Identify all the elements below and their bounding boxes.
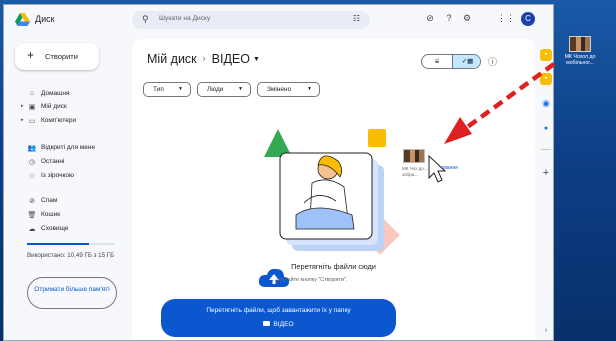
contacts-icon[interactable]: ● bbox=[540, 123, 552, 135]
upload-target-banner: Перетягніть файли, щоб завантажити їх у … bbox=[161, 299, 396, 337]
clock-icon: ◷ bbox=[28, 159, 36, 166]
upload-banner-text: Перетягніть файли, щоб завантажити їх у … bbox=[206, 307, 351, 314]
sidebar-item-label: Із зірочкою bbox=[41, 172, 74, 179]
filter-chip-label: Тип bbox=[153, 86, 164, 93]
browser-window: Диск ⚲ Шукати на Диску ☷ ⊘ ? ⚙ ⋮⋮ C + Ст… bbox=[3, 4, 554, 341]
drop-zone-subtitle: ...ристайте кнопку "Створити". bbox=[272, 277, 348, 283]
side-panel-rail: ▪ ▪ ◉ ● + › bbox=[538, 39, 553, 340]
filter-chip-type[interactable]: Тип ▼ bbox=[143, 82, 191, 97]
filter-chip-people[interactable]: Люди ▼ bbox=[197, 82, 251, 97]
sidebar-item-label: Кошик bbox=[41, 211, 61, 218]
storage-bar bbox=[27, 243, 115, 245]
drag-action-badge: ...ковання bbox=[435, 165, 458, 171]
desktop-file-icon[interactable]: МК Чохол до мобільног... bbox=[557, 36, 603, 66]
drive-icon: ▣ bbox=[28, 104, 36, 111]
trash-icon: 🗑 bbox=[27, 212, 37, 219]
divider bbox=[541, 149, 551, 150]
shared-icon: 👥 bbox=[27, 145, 37, 152]
storage-bar-fill bbox=[27, 243, 89, 245]
filter-chip-modified[interactable]: Змінено ▼ bbox=[257, 82, 320, 97]
chevron-right-icon: › bbox=[202, 53, 206, 63]
sidebar-item[interactable]: ▸ ▣ Мій диск bbox=[4, 102, 122, 113]
top-bar: Диск ⚲ Шукати на Диску ☷ ⊘ ? ⚙ ⋮⋮ C bbox=[4, 5, 553, 35]
search-input[interactable]: Шукати на Диску bbox=[159, 15, 210, 22]
info-icon[interactable]: ⓘ bbox=[488, 55, 497, 68]
sidebar-item[interactable]: 🗑 Кошик bbox=[4, 210, 122, 221]
get-more-storage-button[interactable]: Отримати більше пам'яті bbox=[27, 277, 117, 309]
sidebar-item[interactable]: ⊘ Спам bbox=[4, 196, 122, 207]
grid-view-button[interactable]: ✓▦ bbox=[452, 55, 480, 68]
expand-panel-chevron-icon[interactable]: › bbox=[540, 325, 552, 337]
home-icon: ⌂ bbox=[29, 90, 35, 97]
sidebar-item[interactable]: ◷ Останні bbox=[4, 157, 122, 168]
sidebar-item-label: Відкриті для мене bbox=[41, 144, 96, 151]
drive-logo-icon[interactable] bbox=[15, 13, 30, 26]
expand-caret-icon[interactable]: ▸ bbox=[21, 103, 24, 109]
spam-icon: ⊘ bbox=[29, 198, 35, 205]
plus-icon: + bbox=[27, 48, 35, 62]
tasks-icon[interactable]: ◉ bbox=[540, 97, 552, 109]
cloud-icon: ☁ bbox=[28, 226, 36, 233]
sidebar-item[interactable]: ⌂ Домашня bbox=[4, 89, 122, 100]
sidebar-item-label: Мій диск bbox=[41, 103, 67, 110]
help-icon[interactable]: ? bbox=[443, 13, 455, 23]
sidebar-item[interactable]: ☁ Сховище bbox=[4, 224, 122, 235]
sidebar-item-label: Домашня bbox=[41, 90, 70, 97]
search-filter-icon[interactable]: ☷ bbox=[353, 14, 360, 23]
main-panel: Мій диск › ВІДЕО ▼ ≡ ✓▦ ⓘ Тип ▼ Люди ▼ Змінен… bbox=[132, 39, 535, 340]
keep-icon[interactable]: ▪ bbox=[540, 73, 552, 85]
storage-usage-text: Використано: 10,49 ГБ з 15 ГБ bbox=[27, 252, 115, 259]
sidebar-item[interactable]: ▸ ▭ Комп'ютери bbox=[4, 116, 122, 127]
desktop-file-label: МК Чохол до мобільног... bbox=[564, 54, 596, 66]
sidebar-item-label: Сховище bbox=[41, 225, 69, 232]
sidebar-item[interactable]: ☆ Із зірочкою bbox=[4, 171, 122, 182]
offline-status-icon[interactable]: ⊘ bbox=[424, 13, 436, 24]
search-bar[interactable]: ⚲ Шукати на Диску ☷ bbox=[132, 11, 370, 29]
breadcrumb: Мій диск › ВІДЕО ▼ bbox=[147, 52, 260, 66]
breadcrumb-current[interactable]: ВІДЕО bbox=[212, 52, 250, 66]
empty-folder-illustration bbox=[264, 129, 400, 255]
dropdown-arrow-icon[interactable]: ▼ bbox=[253, 56, 260, 63]
expand-caret-icon[interactable]: ▸ bbox=[21, 117, 24, 123]
view-toggle: ≡ ✓▦ bbox=[421, 54, 481, 69]
account-avatar[interactable]: C bbox=[521, 12, 535, 26]
sidebar-item-label: Спам bbox=[41, 197, 58, 204]
upload-banner-folder: ВІДЕО bbox=[161, 321, 396, 328]
create-button[interactable]: + Створити bbox=[15, 43, 99, 70]
breadcrumb-root[interactable]: Мій диск bbox=[147, 52, 197, 66]
computer-icon: ▭ bbox=[28, 118, 36, 125]
chevron-down-icon: ▼ bbox=[307, 86, 312, 92]
dragged-file-caption: МК Чох до... зобра... bbox=[402, 166, 428, 177]
sidebar-item[interactable]: 👥 Відкриті для мене bbox=[4, 143, 122, 154]
chevron-down-icon: ▼ bbox=[238, 86, 243, 92]
filter-chip-label: Люди bbox=[207, 86, 224, 93]
drop-zone-title: Перетягніть файли сюди bbox=[291, 262, 376, 271]
settings-gear-icon[interactable]: ⚙ bbox=[461, 13, 473, 24]
sidebar-item-label: Комп'ютери bbox=[41, 117, 77, 124]
chevron-down-icon: ▼ bbox=[178, 86, 183, 92]
dragged-file-thumbnail bbox=[403, 149, 425, 163]
list-view-button[interactable]: ≡ bbox=[422, 55, 452, 68]
search-icon[interactable]: ⚲ bbox=[142, 14, 149, 25]
app-title: Диск bbox=[35, 14, 55, 24]
folder-icon bbox=[263, 321, 271, 326]
star-icon: ☆ bbox=[28, 173, 36, 180]
video-thumbnail bbox=[569, 36, 591, 52]
upload-banner-folder-name: ВІДЕО bbox=[273, 321, 294, 328]
apps-grid-icon[interactable]: ⋮⋮ bbox=[497, 13, 515, 24]
calendar-icon[interactable]: ▪ bbox=[540, 49, 552, 61]
create-label: Створити bbox=[45, 52, 78, 61]
add-addon-plus-icon[interactable]: + bbox=[540, 167, 552, 179]
sidebar-item-label: Останні bbox=[41, 158, 65, 165]
filter-chip-label: Змінено bbox=[267, 86, 292, 93]
